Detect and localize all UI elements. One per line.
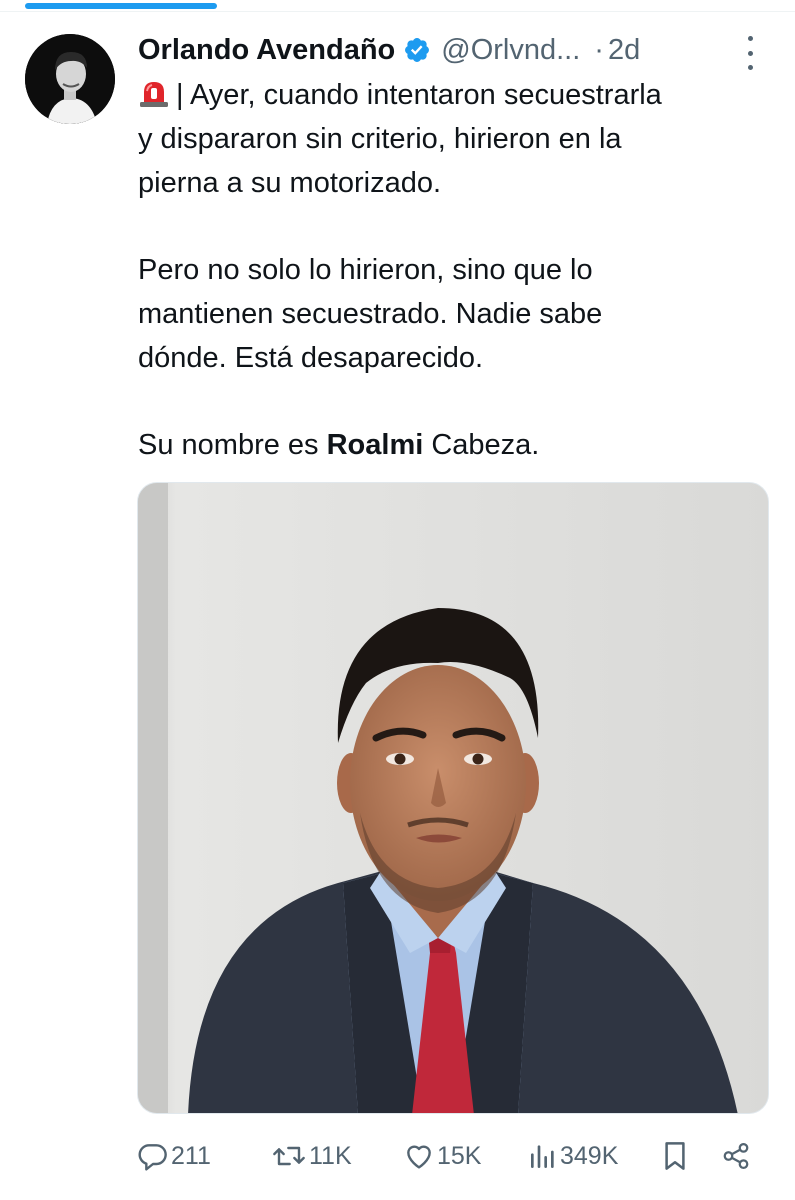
reply-button[interactable]: 211 <box>137 1136 211 1176</box>
author-name[interactable]: Orlando Avendaño <box>138 34 395 67</box>
repost-button[interactable]: 11K <box>271 1136 352 1176</box>
post-text: | Ayer, cuando intentaron secuestrarla y… <box>138 73 778 467</box>
bookmark-icon <box>665 1142 685 1170</box>
siren-emoji-icon <box>140 82 168 107</box>
post-media-image[interactable] <box>137 482 769 1114</box>
action-bar: 211 11K 15K 349K <box>137 1136 757 1176</box>
progress-indicator <box>25 3 217 9</box>
like-button[interactable]: 15K <box>403 1136 481 1176</box>
post-text-line: Pero no solo lo hirieron, sino que lo <box>138 254 593 286</box>
bookmark-button[interactable] <box>661 1136 689 1176</box>
reply-count: 211 <box>171 1141 211 1170</box>
post-text-line: Su nombre es Roalmi Cabeza. <box>138 423 778 467</box>
portrait-photo <box>138 483 768 1113</box>
views-button[interactable]: 349K <box>528 1136 618 1176</box>
separator-dot: · <box>594 33 604 66</box>
post-text-segment: Su nombre es <box>138 429 327 461</box>
post-text-line: y dispararon sin criterio, hirieron en l… <box>138 123 622 155</box>
repost-icon <box>273 1146 305 1166</box>
post-header: Orlando Avendaño @Orlvnd... · 2d <box>138 30 640 70</box>
top-divider <box>0 11 795 12</box>
avatar-image <box>25 34 115 124</box>
share-button[interactable] <box>721 1136 751 1176</box>
share-icon <box>723 1143 749 1169</box>
more-options-icon[interactable] <box>744 36 756 70</box>
repost-count: 11K <box>309 1141 352 1170</box>
post-text-line: | Ayer, cuando intentaron secuestrarla <box>138 73 778 117</box>
views-count: 349K <box>560 1141 619 1170</box>
post-timestamp[interactable]: 2d <box>608 34 640 67</box>
verified-badge-icon <box>405 38 430 62</box>
like-count: 15K <box>437 1141 482 1170</box>
post-text-line: pierna a su motorizado. <box>138 167 442 199</box>
author-handle[interactable]: @Orlvnd... <box>441 34 580 67</box>
post-text-segment: Cabeza. <box>423 429 540 461</box>
post-text-line: dónde. Está desaparecido. <box>138 342 484 374</box>
views-chart-icon <box>531 1145 554 1168</box>
avatar[interactable] <box>25 34 115 124</box>
bold-name: Roalmi <box>326 429 424 461</box>
reply-icon <box>138 1144 167 1171</box>
post-text-line: mantienen secuestrado. Nadie sabe <box>138 298 603 330</box>
post-text-segment: | Ayer, cuando intentaron secuestrarla <box>176 79 662 111</box>
heart-icon <box>407 1145 431 1169</box>
